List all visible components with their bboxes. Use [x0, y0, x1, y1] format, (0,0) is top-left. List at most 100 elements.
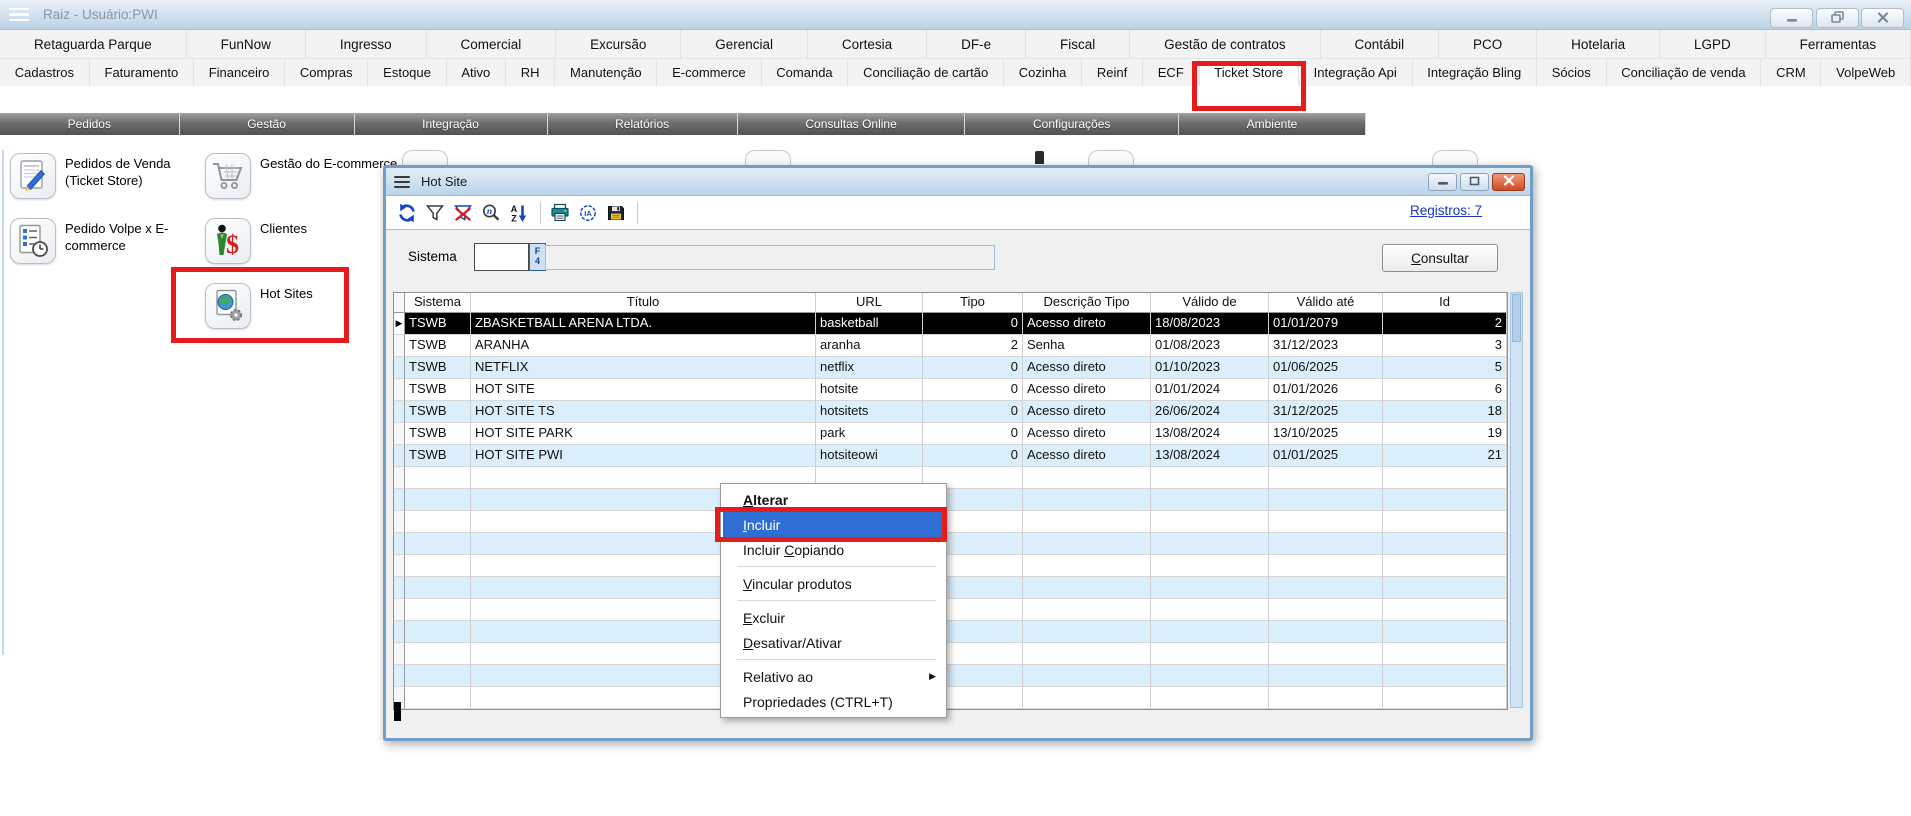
menu-tab-retaguarda-parque[interactable]: Retaguarda Parque — [0, 30, 187, 58]
menu-tab-df-e[interactable]: DF-e — [927, 30, 1026, 58]
module-button-relatorios[interactable]: Relatórios — [548, 113, 738, 135]
menu-tab-conciliacao-de-cartao[interactable]: Conciliação de cartão — [848, 59, 1004, 86]
table-row[interactable]: TSWBARANHAaranha2Senha01/08/202331/12/20… — [394, 335, 1507, 357]
table-row[interactable]: TSWBNETFLIXnetflix0Acesso direto01/10/20… — [394, 357, 1507, 379]
shortcut-clientes[interactable]: $Clientes — [205, 218, 400, 264]
menu-tab-lgpd[interactable]: LGPD — [1660, 30, 1766, 58]
menu-tab-comercial[interactable]: Comercial — [427, 30, 557, 58]
vertical-scrollbar[interactable] — [1510, 292, 1523, 708]
menu-tab-ticket-store[interactable]: Ticket Store — [1200, 59, 1299, 86]
cell — [1383, 467, 1507, 489]
column-header-tipo[interactable]: Tipo — [923, 293, 1023, 313]
module-button-gestao[interactable]: Gestão — [180, 113, 355, 135]
context-menu-item-alterar[interactable]: Alterar — [721, 487, 946, 512]
table-row[interactable]: TSWBHOT SITE PWIhotsiteowi0Acesso direto… — [394, 445, 1507, 467]
menu-tab-socios[interactable]: Sócios — [1537, 59, 1607, 86]
menu-tab-integracao-bling[interactable]: Integração Bling — [1413, 59, 1537, 86]
window-menu-icon[interactable] — [394, 176, 410, 188]
table-row[interactable]: ▶TSWBZBASKETBALL ARENA LTDA.basketball0A… — [394, 313, 1507, 335]
hot-site-titlebar[interactable]: Hot Site — [386, 168, 1530, 196]
window-close-button[interactable] — [1492, 173, 1525, 191]
menu-tab-financeiro[interactable]: Financeiro — [194, 59, 285, 86]
menu-tab-rh[interactable]: RH — [506, 59, 555, 86]
zoom-icon[interactable]: n — [478, 200, 503, 225]
shortcut-pedidos-de-venda-ticket-store[interactable]: Pedidos de Venda (Ticket Store) — [10, 153, 205, 199]
context-menu-item-relativo-ao[interactable]: Relativo ao▶ — [721, 664, 946, 689]
menu-tab-ativo[interactable]: Ativo — [447, 59, 506, 86]
records-count-link[interactable]: Registros: 7 — [1410, 203, 1482, 218]
shortcut-gestao-do-e-commerce[interactable]: Gestão do E-commerce — [205, 153, 400, 199]
menu-tab-gestao-de-contratos[interactable]: Gestão de contratos — [1130, 30, 1320, 58]
menu-tab-cadastros[interactable]: Cadastros — [0, 59, 90, 86]
table-row[interactable]: TSWBHOT SITE PARKpark0Acesso direto13/08… — [394, 423, 1507, 445]
column-header-valido-ate[interactable]: Válido até — [1269, 293, 1383, 313]
menu-tab-excursao[interactable]: Excursão — [556, 30, 681, 58]
context-menu-item-incluir-copiando[interactable]: Incluir Copiando — [721, 537, 946, 562]
save-icon[interactable] — [603, 200, 628, 225]
context-menu-item-vincular-produtos[interactable]: Vincular produtos — [721, 571, 946, 596]
menu-tab-reinf[interactable]: Reinf — [1082, 59, 1143, 86]
sort-az-icon[interactable]: AZ — [506, 200, 531, 225]
module-button-pedidos[interactable]: Pedidos — [0, 113, 180, 135]
column-header-url[interactable]: URL — [816, 293, 923, 313]
minimize-button[interactable] — [1770, 8, 1813, 28]
ia-icon[interactable]: IA — [575, 200, 600, 225]
module-button-integracao[interactable]: Integração — [355, 113, 548, 135]
restore-button[interactable] — [1816, 8, 1859, 28]
menu-tab-funnow[interactable]: FunNow — [187, 30, 306, 58]
column-header-sistema[interactable]: Sistema — [405, 293, 471, 313]
table-row[interactable]: TSWBHOT SITEhotsite0Acesso direto01/01/2… — [394, 379, 1507, 401]
context-menu-item-propriedades-ctrl-t[interactable]: Propriedades (CTRL+T) — [721, 689, 946, 714]
menu-tab-ferramentas[interactable]: Ferramentas — [1766, 30, 1911, 58]
window-maximize-button[interactable] — [1460, 173, 1489, 191]
menu-tab-comanda[interactable]: Comanda — [762, 59, 849, 86]
shortcut-hot-sites[interactable]: Hot Sites — [205, 283, 400, 329]
menu-tab-conciliacao-de-venda[interactable]: Conciliação de venda — [1607, 59, 1762, 86]
menu-tab-manutencao[interactable]: Manutenção — [555, 59, 657, 86]
consultar-button[interactable]: Consultar — [1382, 244, 1498, 272]
column-header-valido-de[interactable]: Válido de — [1151, 293, 1269, 313]
menu-tab-crm[interactable]: CRM — [1761, 59, 1821, 86]
context-menu-item-desativar-ativar[interactable]: Desativar/Ativar — [721, 630, 946, 655]
context-menu-item-excluir[interactable]: Excluir — [721, 605, 946, 630]
cell — [1023, 533, 1151, 555]
module-button-consultas-online[interactable]: Consultas Online — [738, 113, 966, 135]
menu-tab-estoque[interactable]: Estoque — [368, 59, 446, 86]
menu-tab-volpeweb[interactable]: VolpeWeb — [1821, 59, 1911, 86]
sistema-name-input[interactable] — [545, 245, 995, 270]
menu-tab-cozinha[interactable]: Cozinha — [1004, 59, 1082, 86]
close-button[interactable] — [1861, 8, 1904, 28]
menu-tab-pco[interactable]: PCO — [1439, 30, 1537, 58]
hamburger-menu-icon[interactable] — [9, 8, 29, 22]
sistema-code-input[interactable] — [474, 243, 529, 271]
module-button-configuracoes[interactable]: Configurações — [965, 113, 1179, 135]
menu-tab-gerencial[interactable]: Gerencial — [681, 30, 808, 58]
scrollbar-thumb[interactable] — [1512, 294, 1521, 342]
cell: hotsiteowi — [816, 445, 923, 467]
cell: TSWB — [405, 401, 471, 423]
column-header-descricao-tipo[interactable]: Descrição Tipo — [1023, 293, 1151, 313]
toolbar-separator — [540, 202, 541, 224]
menu-tab-faturamento[interactable]: Faturamento — [90, 59, 194, 86]
menu-tab-hotelaria[interactable]: Hotelaria — [1537, 30, 1660, 58]
table-row[interactable]: TSWBHOT SITE TShotsitets0Acesso direto26… — [394, 401, 1507, 423]
menu-tab-contabil[interactable]: Contábil — [1321, 30, 1439, 58]
print-icon[interactable] — [547, 200, 572, 225]
window-minimize-button[interactable] — [1428, 173, 1457, 191]
menu-tab-ingresso[interactable]: Ingresso — [306, 30, 427, 58]
refresh-icon[interactable] — [394, 200, 419, 225]
menu-tab-ecf[interactable]: ECF — [1143, 59, 1200, 86]
module-button-ambiente[interactable]: Ambiente — [1179, 113, 1366, 135]
menu-tab-cortesia[interactable]: Cortesia — [808, 30, 927, 58]
shortcut-pedido-volpe-x-e-commerce[interactable]: Pedido Volpe x E-commerce — [10, 218, 205, 264]
column-header-titulo[interactable]: Título — [471, 293, 816, 313]
f4-lookup-button[interactable]: F 4 — [529, 243, 546, 271]
menu-tab-compras[interactable]: Compras — [285, 59, 368, 86]
menu-tab-e-commerce[interactable]: E-commerce — [657, 59, 761, 86]
clear-filter-icon[interactable] — [450, 200, 475, 225]
filter-icon[interactable] — [422, 200, 447, 225]
context-menu-item-incluir[interactable]: Incluir — [723, 512, 944, 537]
menu-tab-integracao-api[interactable]: Integração Api — [1299, 59, 1413, 86]
menu-tab-fiscal[interactable]: Fiscal — [1026, 30, 1130, 58]
column-header-id[interactable]: Id — [1383, 293, 1507, 313]
